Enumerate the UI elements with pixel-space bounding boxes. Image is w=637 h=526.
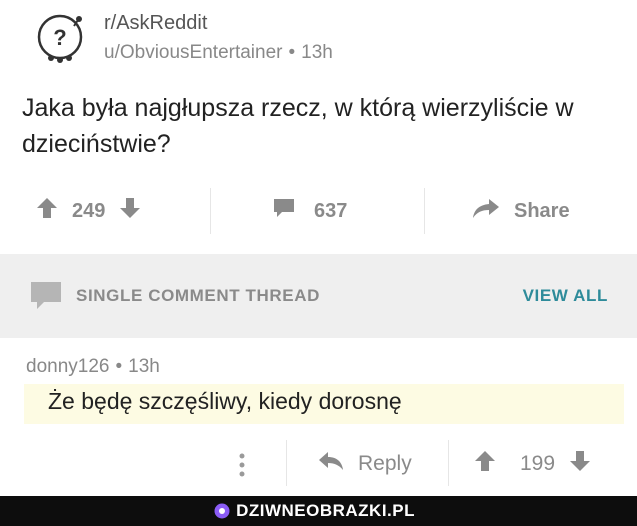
comment-text: Że będę szczęśliwy, kiedy dorosnę	[48, 388, 402, 414]
downvote-icon[interactable]	[119, 196, 141, 226]
svg-text:?: ?	[53, 25, 66, 50]
reply-button[interactable]: Reply	[318, 436, 412, 492]
comment-author[interactable]: donny126	[26, 356, 109, 377]
post-action-bar: 249 637 Share	[0, 180, 637, 242]
comment-vote-group: 199	[474, 436, 591, 492]
comment-body: Że będę szczęśliwy, kiedy dorosnę	[24, 384, 624, 424]
share-button[interactable]: Share	[472, 180, 570, 242]
subreddit-name[interactable]: r/AskReddit	[104, 12, 207, 35]
comment-count: 637	[314, 199, 348, 222]
comment-age: 13h	[128, 356, 160, 377]
share-icon	[472, 197, 500, 225]
meta-separator: •	[115, 356, 123, 377]
divider	[286, 440, 287, 486]
post-author[interactable]: u/ObviousEntertainer	[104, 42, 283, 63]
post-score: 249	[72, 199, 106, 222]
brand-text: DZIWNEOBRAZKI.PL	[236, 501, 415, 520]
view-all-button[interactable]: VIEW ALL	[523, 286, 608, 306]
brand-logo-icon	[214, 503, 230, 519]
upvote-icon[interactable]	[36, 196, 58, 226]
post-title[interactable]: Jaka była najgłupsza rzecz, w którą wier…	[22, 90, 622, 162]
watermark-bar: DZIWNEOBRAZKI.PL	[0, 496, 637, 526]
divider	[210, 188, 211, 234]
comment-meta: donny126 • 13h	[26, 356, 160, 378]
divider	[448, 440, 449, 486]
downvote-icon[interactable]	[569, 449, 591, 479]
thread-comment-icon	[30, 280, 62, 317]
divider	[424, 188, 425, 234]
meta-separator: •	[288, 42, 296, 63]
reply-label: Reply	[358, 452, 412, 475]
subreddit-avatar-icon[interactable]: ?	[34, 12, 86, 64]
share-label: Share	[514, 199, 570, 222]
post-meta: u/ObviousEntertainer • 13h	[104, 42, 333, 64]
more-dots-icon[interactable]	[238, 452, 246, 483]
comment-icon	[272, 197, 296, 225]
comment-score: 199	[520, 452, 556, 475]
reply-icon	[318, 451, 344, 477]
comment-action-bar: Reply 199	[0, 436, 637, 492]
post-age: 13h	[301, 42, 333, 63]
upvote-icon[interactable]	[474, 449, 496, 479]
vote-group: 249	[36, 180, 141, 242]
comments-button[interactable]: 637	[272, 180, 347, 242]
single-thread-bar: SINGLE COMMENT THREAD VIEW ALL	[0, 254, 637, 338]
thread-label: SINGLE COMMENT THREAD	[76, 286, 320, 305]
